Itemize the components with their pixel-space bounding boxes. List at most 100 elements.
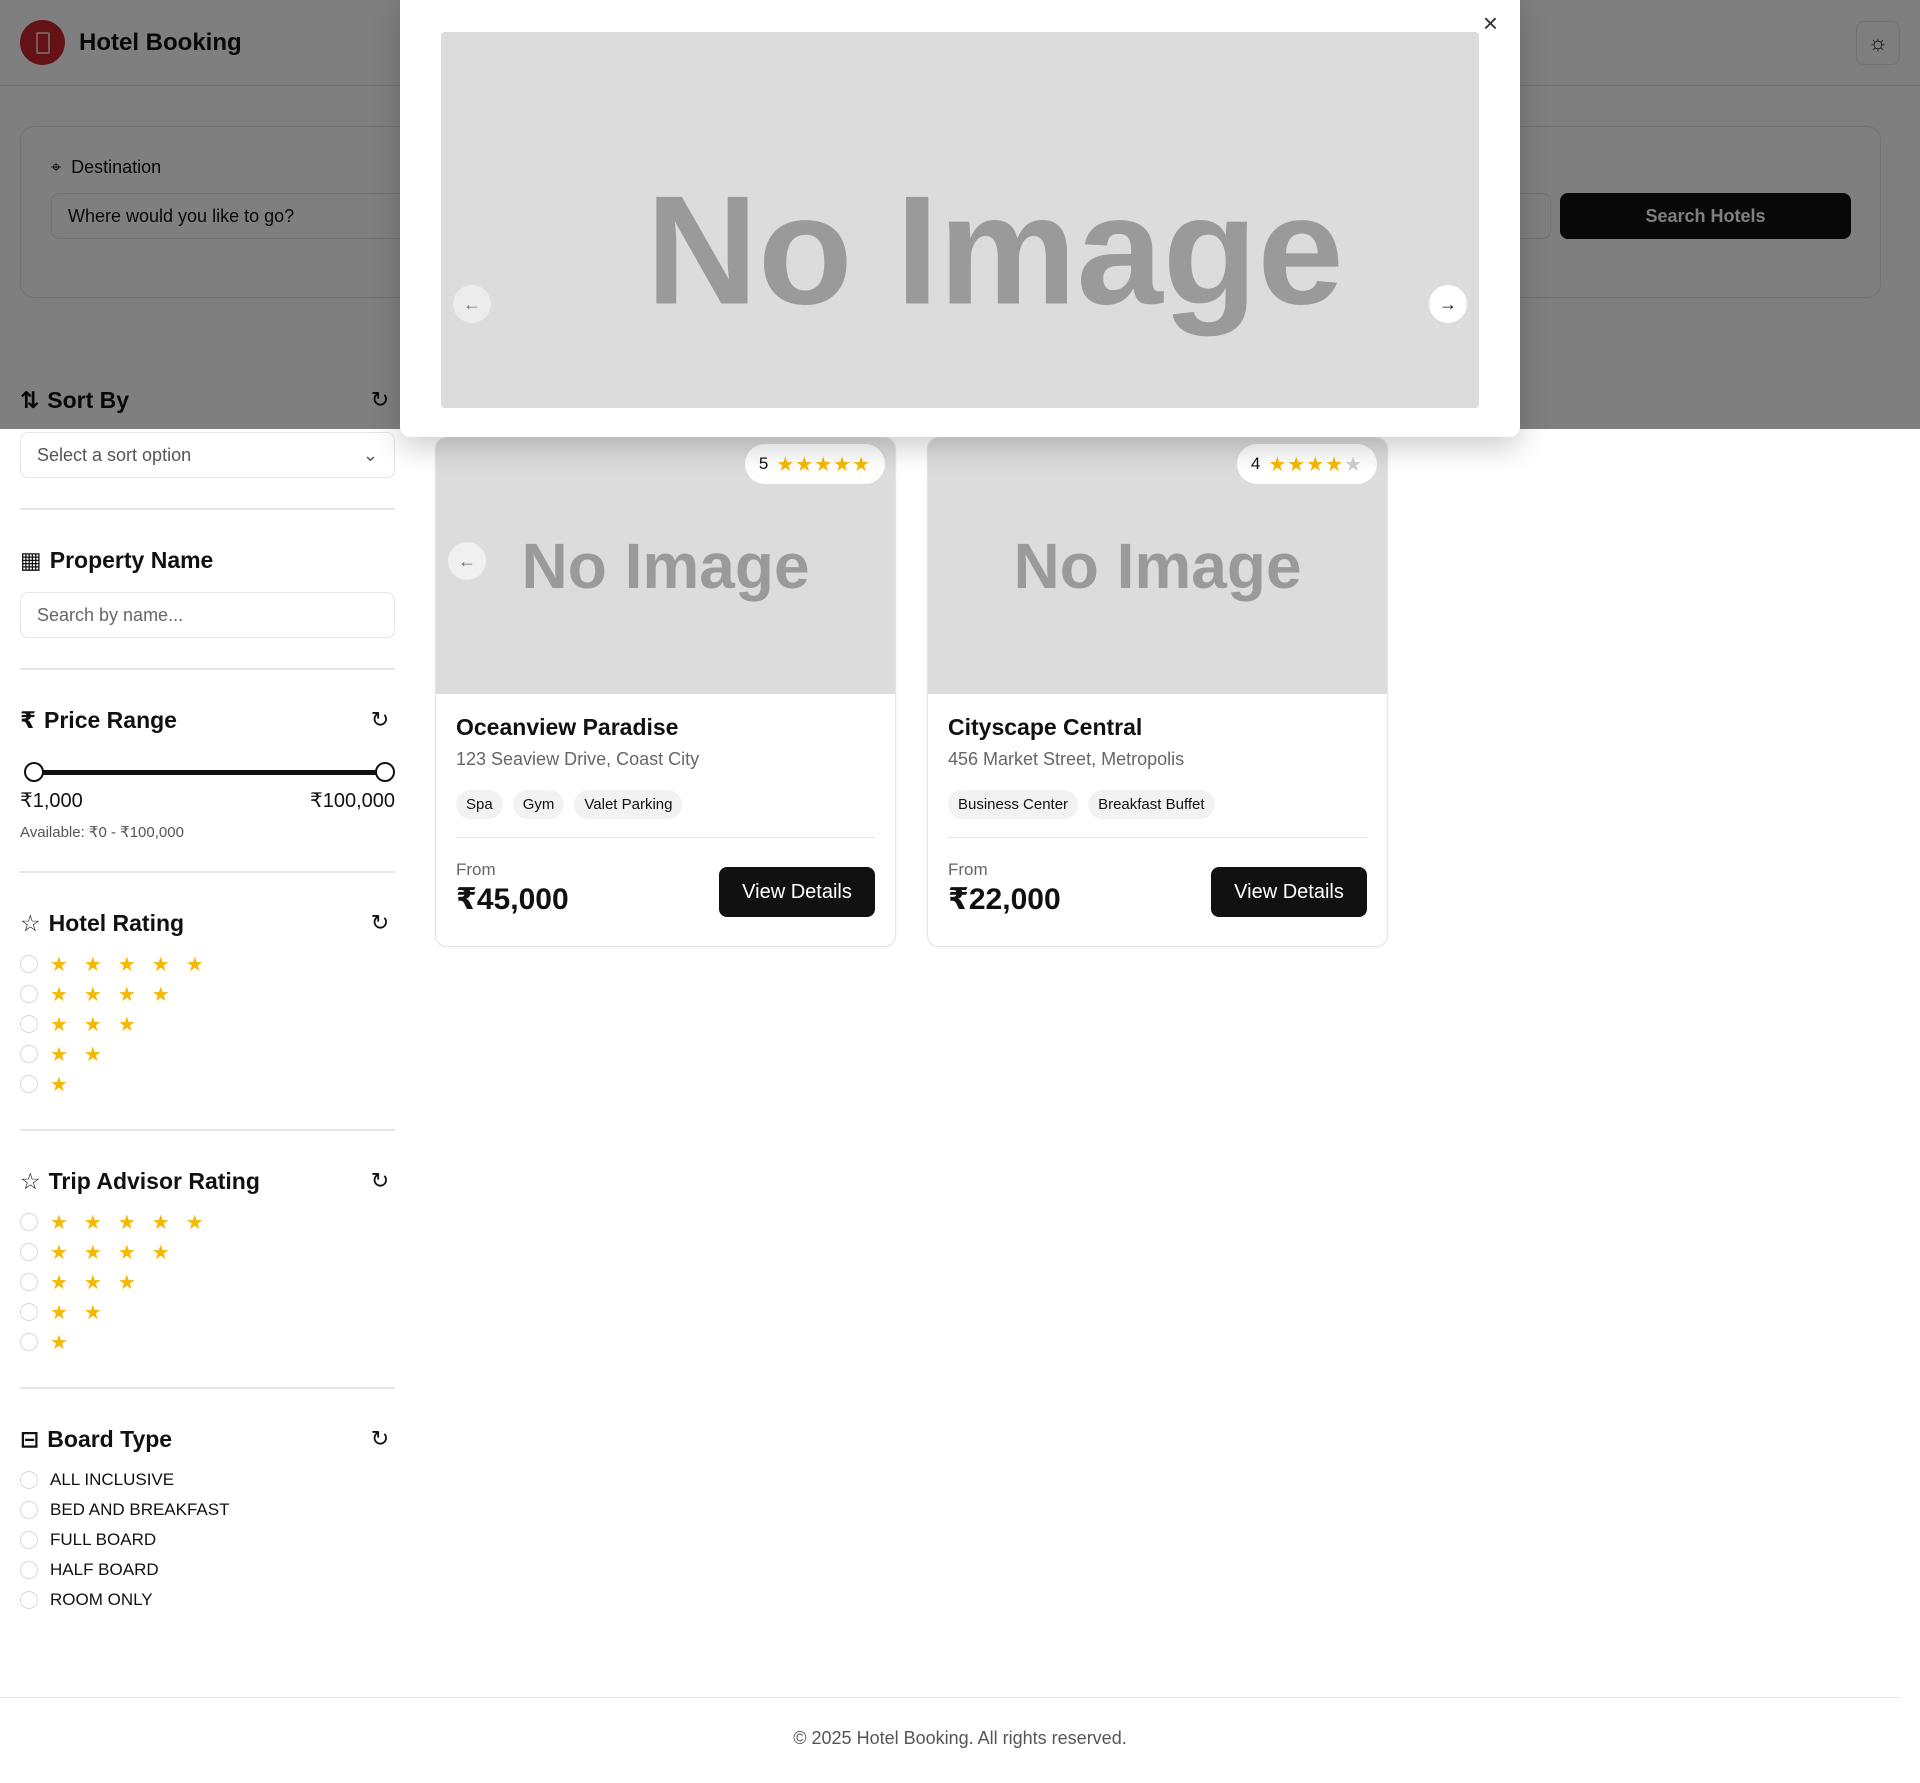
rating-option[interactable]: ★★★★★ [20,949,395,979]
divider [456,837,875,838]
rating-checkbox[interactable] [20,1045,38,1063]
board-option[interactable]: HALF BOARD [20,1555,395,1585]
price-slider[interactable] [20,762,395,782]
board-type-list: ALL INCLUSIVE BED AND BREAKFAST FULL BOARD… [20,1465,395,1615]
star-icon: ★ [50,1073,84,1096]
board-checkbox[interactable] [20,1471,38,1489]
rating-option[interactable]: ★★★★ [20,1237,395,1267]
hotel-card[interactable]: No Image ← 5 ★★★★★ Oceanview Paradise 123… [435,437,896,947]
board-label: HALF BOARD [50,1560,159,1579]
star-icon: ★★★★★ [776,453,871,476]
reset-icon[interactable]: ↻ [365,910,395,936]
gallery-image: No Image ← → [441,32,1479,408]
amenity-tag: Valet Parking [574,790,683,819]
star-icon: ★★ [50,1301,118,1324]
board-label: BED AND BREAKFAST [50,1500,230,1519]
rating-option[interactable]: ★★ [20,1039,395,1069]
star-icon: ★★ [50,1043,118,1066]
rating-checkbox[interactable] [20,1243,38,1261]
board-option[interactable]: FULL BOARD [20,1525,395,1555]
star-icon: ★★★★★ [50,1211,220,1234]
board-option[interactable]: BED AND BREAKFAST [20,1495,395,1525]
rating-option[interactable]: ★★★★★ [20,1207,395,1237]
hotel-card[interactable]: No Image 4 ★★★★★ Cityscape Central 456 Ma… [927,437,1388,947]
board-checkbox[interactable] [20,1591,38,1609]
price-from-label: From [948,860,988,879]
star-icon: ★ [50,1331,84,1354]
rating-option[interactable]: ★ [20,1069,395,1099]
view-details-button[interactable]: View Details [1211,867,1367,917]
star-icon: ★★★★ [50,1241,186,1264]
slider-max-handle[interactable] [375,762,395,782]
slider-min-handle[interactable] [23,762,44,782]
divider [20,668,395,670]
rating-checkbox[interactable] [20,1213,38,1231]
star-icon: ★★★ [50,1271,152,1294]
reset-icon[interactable]: ↻ [365,707,395,733]
sort-select[interactable]: Select a sort option ⌄ [20,432,395,478]
divider [20,1129,395,1131]
rating-option[interactable]: ★★★ [20,1009,395,1039]
amenity-tags: Spa Gym Valet Parking [456,790,875,819]
board-checkbox[interactable] [20,1531,38,1549]
image-gallery-modal: × No Image ← → [400,0,1520,437]
rating-option[interactable]: ★★★★ [20,979,395,1009]
hotel-address: 456 Market Street, Metropolis [948,749,1185,769]
rating-checkbox[interactable] [20,1273,38,1291]
amenity-tag: Gym [512,790,565,819]
rating-checkbox[interactable] [20,1303,38,1321]
price-max: ₹100,000 [309,790,395,812]
hotel-name: Oceanview Paradise [456,714,679,740]
arrow-left-icon[interactable]: ← [453,285,491,323]
arrow-right-icon[interactable]: → [1429,285,1467,323]
hotel-price: ₹22,000 [948,883,1061,916]
rating-checkbox[interactable] [20,985,38,1003]
footer-divider [0,1697,1900,1698]
trip-advisor-header: ☆ Trip Advisor Rating ↻ [20,1161,395,1201]
hotel-image: No Image 4 ★★★★★ [928,438,1387,694]
hotel-name: Cityscape Central [948,714,1143,740]
board-option[interactable]: ALL INCLUSIVE [20,1465,395,1495]
star-icon: ☆ [20,909,41,936]
rating-checkbox[interactable] [20,1075,38,1093]
footer-text: © 2025 Hotel Booking. All rights reserve… [793,1728,1127,1748]
board-option[interactable]: ROOM ONLY [20,1585,395,1615]
reset-icon[interactable]: ↻ [365,1168,395,1194]
rating-option[interactable]: ★★ [20,1297,395,1327]
rating-checkbox[interactable] [20,1015,38,1033]
amenity-tag: Business Center [948,790,1079,819]
rating-checkbox[interactable] [20,955,38,973]
rating-checkbox[interactable] [20,1333,38,1351]
view-details-button[interactable]: View Details [719,867,875,917]
divider [20,1387,395,1389]
price-values: ₹1,000 ₹100,000 [20,788,395,813]
board-checkbox[interactable] [20,1561,38,1579]
close-icon[interactable]: × [1483,8,1498,39]
hotel-address: 123 Seaview Drive, Coast City [456,749,700,769]
divider [20,871,395,873]
arrow-left-icon[interactable]: ← [448,542,486,580]
hotel-image: No Image ← 5 ★★★★★ [436,438,895,694]
board-label: ALL INCLUSIVE [50,1470,175,1489]
amenity-tags: Business Center Breakfast Buffet [948,790,1367,819]
reset-icon[interactable]: ↻ [365,1426,395,1452]
hotel-price: ₹45,000 [456,883,569,916]
bed-icon: ⊟ [20,1425,40,1452]
rating-option[interactable]: ★ [20,1327,395,1357]
price-available: Available: ₹0 - ₹100,000 [20,824,184,841]
rupee-icon: ₹ [20,706,37,733]
star-icon: ★★★★★ [1268,453,1363,476]
price-min: ₹1,000 [20,790,83,812]
chevron-down-icon: ⌄ [362,444,378,465]
board-checkbox[interactable] [20,1501,38,1519]
divider [20,508,395,510]
star-icon: ★★★★★ [50,953,220,976]
amenity-tag: Breakfast Buffet [1088,790,1215,819]
rating-option[interactable]: ★★★ [20,1267,395,1297]
star-icon: ★★★ [50,1013,152,1036]
property-name-header: ▦ Property Name [20,546,214,573]
rating-badge: 4 ★★★★★ [1236,444,1377,484]
property-name-input[interactable]: Search by name... [20,592,395,638]
board-label: FULL BOARD [50,1530,157,1549]
filters-sidebar: ⇅Sort By ↻ Select a sort option ⌄ ▦Prope… [20,380,395,1615]
